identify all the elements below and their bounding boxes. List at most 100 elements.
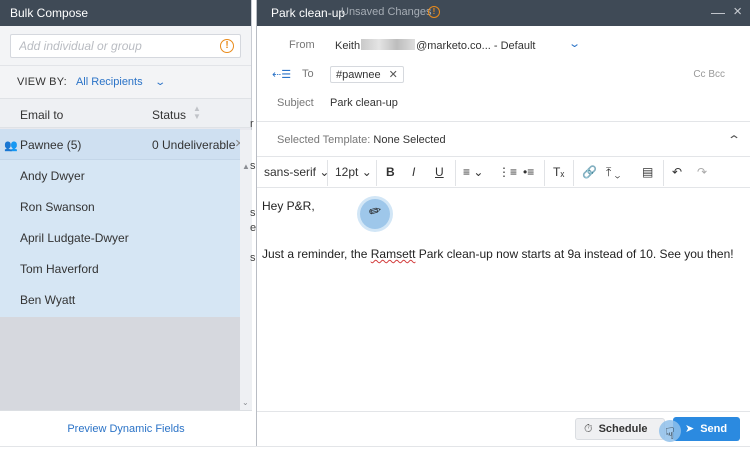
chevron-up-icon[interactable]: ⌃ (727, 133, 741, 147)
cc-bcc-toggle[interactable]: Cc Bcc (693, 69, 725, 80)
subject-input[interactable]: Park clean-up (330, 97, 398, 109)
hand-cursor-icon: ☟ (659, 420, 683, 446)
template-label-text: Selected Template: (277, 134, 371, 146)
recipient-search-input[interactable] (11, 35, 240, 57)
composer-title: Park clean-up (271, 6, 346, 20)
to-row: ⇠☰ To #pawnee ✕ Cc Bcc (257, 60, 750, 89)
send-button[interactable]: ➤ Send (673, 417, 740, 441)
align-icon[interactable]: ≡ ⌄ (463, 165, 483, 179)
image-icon[interactable]: ▤ (642, 165, 653, 179)
from-select[interactable]: Keith @marketo.co... - Default (335, 39, 535, 52)
toolbar-divider (663, 160, 664, 186)
redacted-text (361, 39, 416, 50)
from-label: From (289, 39, 315, 51)
recipient-chip: #pawnee ✕ (330, 66, 404, 83)
group-row-pawnee[interactable]: 👥 Pawnee (5) 0 Undeliverable × (0, 129, 244, 160)
clock-icon: ⏱ (584, 423, 593, 435)
recipient-chip-label: #pawnee (336, 69, 381, 81)
recipient-search: ! (10, 34, 241, 58)
recipients-icon[interactable]: ⇠☰ (272, 68, 291, 81)
background-text-fragment: r (250, 118, 254, 130)
toolbar-divider (573, 160, 574, 186)
formatting-toolbar: sans-serif ⌄ 12pt ⌄ B I U ≡ ⌄ ⋮≡ •≡ Tₓ 🔗… (257, 158, 750, 188)
schedule-label: Schedule (598, 423, 648, 435)
body-message: Just a reminder, the Ramsett Park clean-… (262, 247, 734, 261)
close-icon[interactable]: × (733, 3, 742, 20)
body-text-part: Just a reminder, the (262, 247, 371, 261)
from-row: From Keith @marketo.co... - Default ⌄ (257, 31, 750, 60)
font-family-select[interactable]: sans-serif ⌄ (264, 165, 329, 179)
bulk-compose-title: Bulk Compose (0, 0, 251, 26)
numbered-list-icon[interactable]: ⋮≡ (498, 165, 517, 179)
recipient-search-area: ! (0, 26, 251, 66)
view-by-filter: VIEW BY: All Recipients ⌄ (0, 66, 251, 98)
preview-dynamic-fields-link[interactable]: Preview Dynamic Fields (67, 423, 184, 435)
group-status: 0 Undeliverable (152, 138, 236, 152)
misspelled-word: Ramsett (370, 247, 416, 261)
scroll-up-icon[interactable]: ▲ (242, 162, 250, 171)
from-address: @marketo.co... - Default (416, 40, 536, 52)
view-by-label: VIEW BY: (17, 76, 67, 88)
group-people-icon: 👥 (4, 140, 18, 152)
template-row[interactable]: Selected Template: None Selected ⌃ (257, 125, 750, 157)
send-label: Send (700, 423, 728, 435)
composer-header: Park clean-up Unsaved Changes ! — × (257, 0, 750, 26)
bottom-strip (0, 446, 750, 459)
subject-label: Subject (277, 97, 314, 109)
toolbar-divider (455, 160, 456, 186)
scroll-down-icon[interactable]: ⌄ (242, 398, 249, 407)
font-size-value: 12pt (335, 165, 359, 179)
bullet-list-icon[interactable]: •≡ (523, 165, 534, 179)
unsaved-status: Unsaved Changes (341, 6, 432, 18)
clear-format-icon[interactable]: Tₓ (553, 165, 564, 179)
template-label: Selected Template: None Selected (277, 134, 446, 146)
email-body-editor[interactable]: Hey P&R, ✏ Just a reminder, the Ramsett … (257, 189, 750, 411)
list-empty-area (0, 317, 240, 410)
font-family-value: sans-serif (264, 165, 317, 179)
status-column-header[interactable]: Status (152, 108, 186, 122)
to-label: To (302, 68, 314, 80)
sort-icon[interactable]: ▲ ▼ (193, 105, 201, 121)
from-name: Keith (335, 40, 361, 52)
list-item[interactable]: Ron Swanson (0, 191, 240, 222)
font-size-select[interactable]: 12pt ⌄ (335, 165, 372, 179)
recipient-list-header: Email to Status ▲ ▼ (0, 98, 251, 128)
send-icon: ➤ (685, 423, 695, 435)
recipient-list: 👥 Pawnee (5) 0 Undeliverable × Andy Dwye… (0, 129, 244, 317)
view-by-dropdown[interactable]: All Recipients (76, 76, 143, 88)
list-scrollbar[interactable]: ▲ ⌄ (240, 130, 252, 410)
warning-icon: ! (428, 6, 440, 18)
undo-icon[interactable]: ↶ (672, 165, 682, 179)
email-column-header: Email to (20, 108, 64, 122)
pointer-hand-icon: ☟ (665, 426, 675, 443)
background-text-fragment: s (250, 160, 256, 172)
remove-chip-icon[interactable]: ✕ (389, 69, 398, 81)
app-root: Bulk Compose ! VIEW BY: All Recipients ⌄… (0, 0, 750, 459)
email-composer: Park clean-up Unsaved Changes ! — × From… (256, 0, 750, 446)
list-item[interactable]: Tom Haverford (0, 253, 240, 284)
italic-button[interactable]: I (412, 165, 415, 179)
background-text-fragment: s (250, 252, 256, 264)
body-greeting: Hey P&R, (262, 199, 315, 213)
list-item[interactable]: Ben Wyatt (0, 284, 240, 315)
toolbar-divider (376, 160, 377, 186)
left-footer: Preview Dynamic Fields (0, 410, 252, 446)
toolbar-divider (544, 160, 545, 186)
background-text-fragment: s (250, 207, 256, 219)
redo-icon[interactable]: ↷ (697, 165, 707, 179)
warning-icon: ! (220, 39, 234, 53)
group-name: Pawnee (5) (20, 138, 82, 152)
link-icon[interactable]: 🔗 (582, 165, 597, 179)
bold-button[interactable]: B (386, 165, 395, 179)
subject-row: Subject Park clean-up (257, 89, 750, 122)
chevron-down-icon[interactable]: ⌄ (154, 77, 166, 88)
underline-button[interactable]: U (435, 165, 444, 179)
upload-icon[interactable]: ⤒ ⌄ (606, 165, 620, 180)
list-item[interactable]: April Ludgate-Dwyer (0, 222, 240, 253)
pencil-cursor-icon: ✏ (360, 199, 390, 229)
minimize-icon[interactable]: — (711, 4, 725, 20)
chevron-down-icon[interactable]: ⌄ (568, 37, 581, 50)
template-value: None Selected (373, 134, 446, 146)
list-item[interactable]: Andy Dwyer (0, 160, 240, 191)
schedule-button[interactable]: ⏱ Schedule (575, 418, 665, 440)
